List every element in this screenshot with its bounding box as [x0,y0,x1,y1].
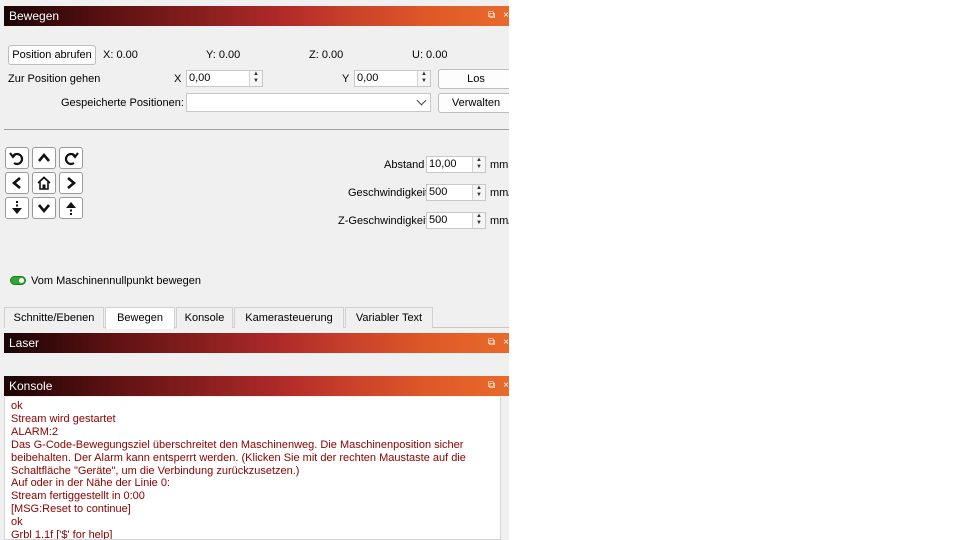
laser-panel-body [4,354,509,374]
distance-label: Abstand [384,159,425,171]
float-icon[interactable]: ⧉ [488,338,495,348]
arrow-up-icon[interactable] [32,147,56,169]
console-line: Grbl 1.1f ['$' for help] [11,529,113,540]
console-line: Das G-Code-Bewegungsziel überschreitet d… [11,438,464,451]
speed-stepper[interactable]: ▲ ▼ [472,185,485,200]
goto-x-value: 0,00 [189,72,211,84]
goto-position-label: Zur Position gehen [8,73,101,85]
distance-field[interactable]: 10,00 ▲ ▼ [426,156,486,173]
panel-tab-bar: Schnitte/Ebenen Bewegen Konsole Kamerast… [4,307,509,329]
goto-y-stepper[interactable]: ▲ ▼ [417,71,430,86]
console-line: Stream wird gestartet [11,412,116,425]
close-icon[interactable]: × [503,381,509,391]
console-line: Auf oder in der Nähe der Linie 0: [11,477,170,490]
move-panel-title: Bewegen [9,9,60,23]
distance-unit: mm [490,159,509,171]
console-line: Stream fertiggestellt in 0:00 [11,490,145,503]
goto-y-field[interactable]: 0,00 ▲ ▼ [354,70,431,87]
tab-bewegen[interactable]: Bewegen [105,307,175,329]
z-speed-stepper[interactable]: ▲ ▼ [472,213,485,228]
speed-unit: mm/ [490,187,509,199]
console-panel-titlebar: Konsole ⧉ × [4,376,509,396]
tab-konsole[interactable]: Konsole [176,307,233,328]
z-up-icon[interactable] [59,197,83,219]
x-coordinate-readout: X: 0.00 [103,49,138,61]
distance-value: 10,00 [429,158,457,170]
speed-label: Geschwindigkeit [348,187,429,199]
y-coordinate-readout: Y: 0.00 [206,49,241,61]
saved-positions-select[interactable] [186,93,431,112]
float-icon[interactable]: ⧉ [488,381,495,391]
app-window: Bewegen ⧉ × Position abrufen X: 0.00 Y: … [0,0,509,540]
speed-field[interactable]: 500 ▲ ▼ [426,184,486,201]
close-icon[interactable]: × [503,338,509,348]
separator [4,129,509,130]
laser-panel-titlebar: Laser ⧉ × [4,333,509,353]
distance-stepper[interactable]: ▲ ▼ [472,157,485,172]
goto-x-stepper[interactable]: ▲ ▼ [249,71,262,86]
chevron-down-icon [416,95,427,106]
console-line: ALARM:2 [11,425,59,438]
machine-zero-toggle[interactable] [10,276,26,285]
console-line: Schaltfläche "Geräte", um die Verbindung… [11,464,300,477]
goto-y-label: Y [342,73,350,85]
goto-x-label: X [174,73,182,85]
u-coordinate-readout: U: 0.00 [412,49,448,61]
arrow-right-icon[interactable] [59,172,83,194]
laser-panel-title: Laser [9,336,40,350]
float-icon[interactable]: ⧉ [488,11,495,21]
z-speed-unit: mm/ [490,215,509,227]
z-speed-field[interactable]: 500 ▲ ▼ [426,212,486,229]
manage-button[interactable]: Verwalten [438,93,509,113]
saved-positions-label: Gespeicherte Positionen: [61,97,184,109]
z-speed-value: 500 [429,214,448,226]
console-panel-title: Konsole [9,379,53,393]
arrow-down-icon[interactable] [32,197,56,219]
goto-x-field[interactable]: 0,00 ▲ ▼ [186,70,263,87]
console-scrollbar[interactable] [501,397,509,540]
z-speed-label: Z-Geschwindigkeit [338,215,429,227]
goto-y-value: 0,00 [357,72,379,84]
tab-variabler-text[interactable]: Variabler Text [345,307,433,328]
z-down-icon[interactable] [5,197,29,219]
speed-value: 500 [429,186,448,198]
rotate-ccw-icon[interactable] [5,147,29,169]
z-coordinate-readout: Z: 0.00 [309,49,344,61]
home-icon[interactable] [32,172,56,194]
tab-kamerasteuerung[interactable]: Kamerasteuerung [234,307,344,328]
console-line: ok [11,400,23,412]
console-output[interactable]: ok Stream wird gestartet ALARM:2 Das G-C… [4,397,501,540]
arrow-left-icon[interactable] [5,172,29,194]
console-line: [MSG:Reset to continue] [11,503,131,516]
go-button[interactable]: Los [438,69,509,89]
tab-schnitte-ebenen[interactable]: Schnitte/Ebenen [4,307,104,328]
machine-zero-toggle-label: Vom Maschinennullpunkt bewegen [31,275,202,287]
console-line: ok [11,516,23,529]
get-position-button[interactable]: Position abrufen [8,45,96,65]
console-line: beibehalten. Der Alarm kann entsperrt we… [11,451,466,464]
rotate-cw-icon[interactable] [59,147,83,169]
move-panel-titlebar: Bewegen ⧉ × [4,6,509,26]
close-icon[interactable]: × [503,11,509,21]
